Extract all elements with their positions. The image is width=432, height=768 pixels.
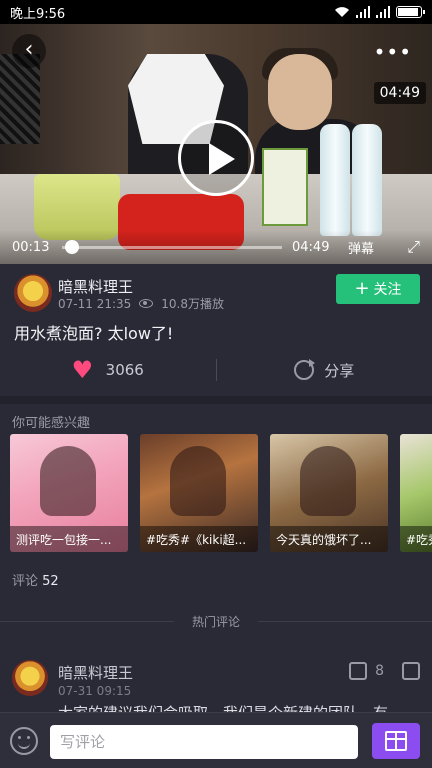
share-icon — [294, 359, 316, 380]
like-button[interactable]: ♥ 3066 — [0, 356, 216, 384]
recommendations-title: 你可能感兴趣 — [12, 416, 91, 431]
share-label: 分享 — [324, 361, 355, 380]
signal-icon-2 — [376, 6, 390, 18]
comment-time: 07-31 09:15 — [58, 684, 132, 698]
share-button[interactable]: 分享 — [217, 359, 432, 381]
heart-icon: ♥ — [71, 356, 94, 384]
recommendation-item[interactable]: #吃秀 — [400, 434, 432, 552]
recommendation-item[interactable]: #吃秀#《kiki超... — [140, 434, 258, 552]
comment-input[interactable] — [50, 725, 358, 759]
recommendation-caption: 测评吃一包接一... — [10, 526, 128, 552]
comment-item: 暗黑料理王 07-31 09:15 大家的建议我们会吸取，我们是个新建的团队，有… — [0, 650, 432, 722]
gift-icon — [385, 731, 407, 751]
play-button[interactable] — [178, 120, 254, 196]
avatar[interactable] — [12, 660, 48, 696]
video-duration-badge: 04:49 — [373, 82, 426, 104]
comment-count-label: 评论 — [12, 574, 39, 589]
video-frame-milk-carton — [262, 148, 308, 226]
progress-bar[interactable] — [62, 239, 282, 254]
plus-icon: + — [354, 278, 370, 299]
recommendations: 你可能感兴趣 测评吃一包接一... #吃秀#《kiki超... 今天真的饿坏了.… — [0, 404, 432, 564]
eye-icon — [139, 299, 154, 308]
thumb-up-icon — [349, 662, 368, 680]
status-icons — [334, 6, 425, 18]
total-time: 04:49 — [292, 239, 330, 255]
comment-count-value: 52 — [42, 574, 59, 589]
gift-button[interactable] — [372, 723, 420, 759]
more-options-icon[interactable]: ••• — [374, 40, 412, 64]
video-info: 暗黑料理王 07-11 21:35 10.8万播放 + 关注 用水煮泡面? 太l… — [0, 264, 432, 396]
back-button[interactable]: ‹ — [12, 34, 46, 68]
video-controls: 00:13 04:49 弹幕 ⤢ — [0, 230, 432, 264]
video-meta: 07-11 21:35 10.8万播放 — [58, 295, 224, 312]
avatar[interactable] — [14, 274, 52, 312]
video-title: 用水煮泡面? 太low了! — [14, 324, 174, 343]
follow-button[interactable]: + 关注 — [336, 274, 420, 304]
recommendation-caption: #吃秀 — [400, 526, 432, 552]
hot-comments-label: 热门评论 — [192, 614, 241, 629]
thumb-down-icon — [402, 662, 420, 680]
wifi-icon — [335, 7, 349, 17]
like-count: 3066 — [105, 361, 144, 379]
comment-like-count: 8 — [375, 663, 384, 679]
emoji-icon[interactable] — [10, 727, 38, 755]
divider-line — [0, 620, 174, 622]
section-divider — [0, 396, 432, 404]
comment-count: 评论 52 — [12, 570, 59, 589]
current-time: 00:13 — [12, 239, 50, 255]
view-count: 10.8万播放 — [161, 297, 224, 311]
progress-knob[interactable] — [64, 239, 79, 254]
recommendation-caption: 今天真的饿坏了... — [270, 526, 388, 552]
status-bar: 晚上9:56 — [0, 0, 432, 24]
comment-dislike-button[interactable] — [402, 662, 420, 680]
status-time: 晚上9:56 — [10, 6, 66, 22]
video-frame-face — [268, 54, 332, 130]
post-date: 07-11 21:35 — [58, 296, 132, 311]
comment-like-button[interactable]: 8 — [349, 662, 384, 680]
signal-icon — [356, 6, 370, 18]
video-frame-bottle-2 — [352, 124, 382, 236]
hot-comments-divider: 热门评论 — [0, 608, 432, 634]
divider-line — [258, 620, 432, 622]
battery-icon — [396, 6, 425, 18]
recommendation-caption: #吃秀#《kiki超... — [140, 526, 258, 552]
video-frame-music-stand — [0, 54, 40, 144]
uploader-name[interactable]: 暗黑料理王 — [58, 276, 133, 297]
video-frame-bottle — [320, 124, 350, 236]
fullscreen-icon[interactable]: ⤢ — [407, 237, 420, 257]
action-bar: ♥ 3066 分享 — [0, 352, 432, 388]
thumbnail-figure — [170, 446, 226, 516]
thumbnail-figure — [300, 446, 356, 516]
recommendation-list[interactable]: 测评吃一包接一... #吃秀#《kiki超... 今天真的饿坏了... #吃秀 — [10, 434, 432, 552]
comment-bar — [0, 712, 432, 768]
recommendation-item[interactable]: 测评吃一包接一... — [10, 434, 128, 552]
follow-label: 关注 — [373, 282, 402, 298]
video-player[interactable]: ‹ ••• 04:49 00:13 04:49 弹幕 ⤢ — [0, 24, 432, 264]
danmu-toggle[interactable]: 弹幕 — [348, 238, 374, 257]
comment-user[interactable]: 暗黑料理王 — [58, 662, 133, 683]
thumbnail-figure — [40, 446, 96, 516]
recommendation-item[interactable]: 今天真的饿坏了... — [270, 434, 388, 552]
